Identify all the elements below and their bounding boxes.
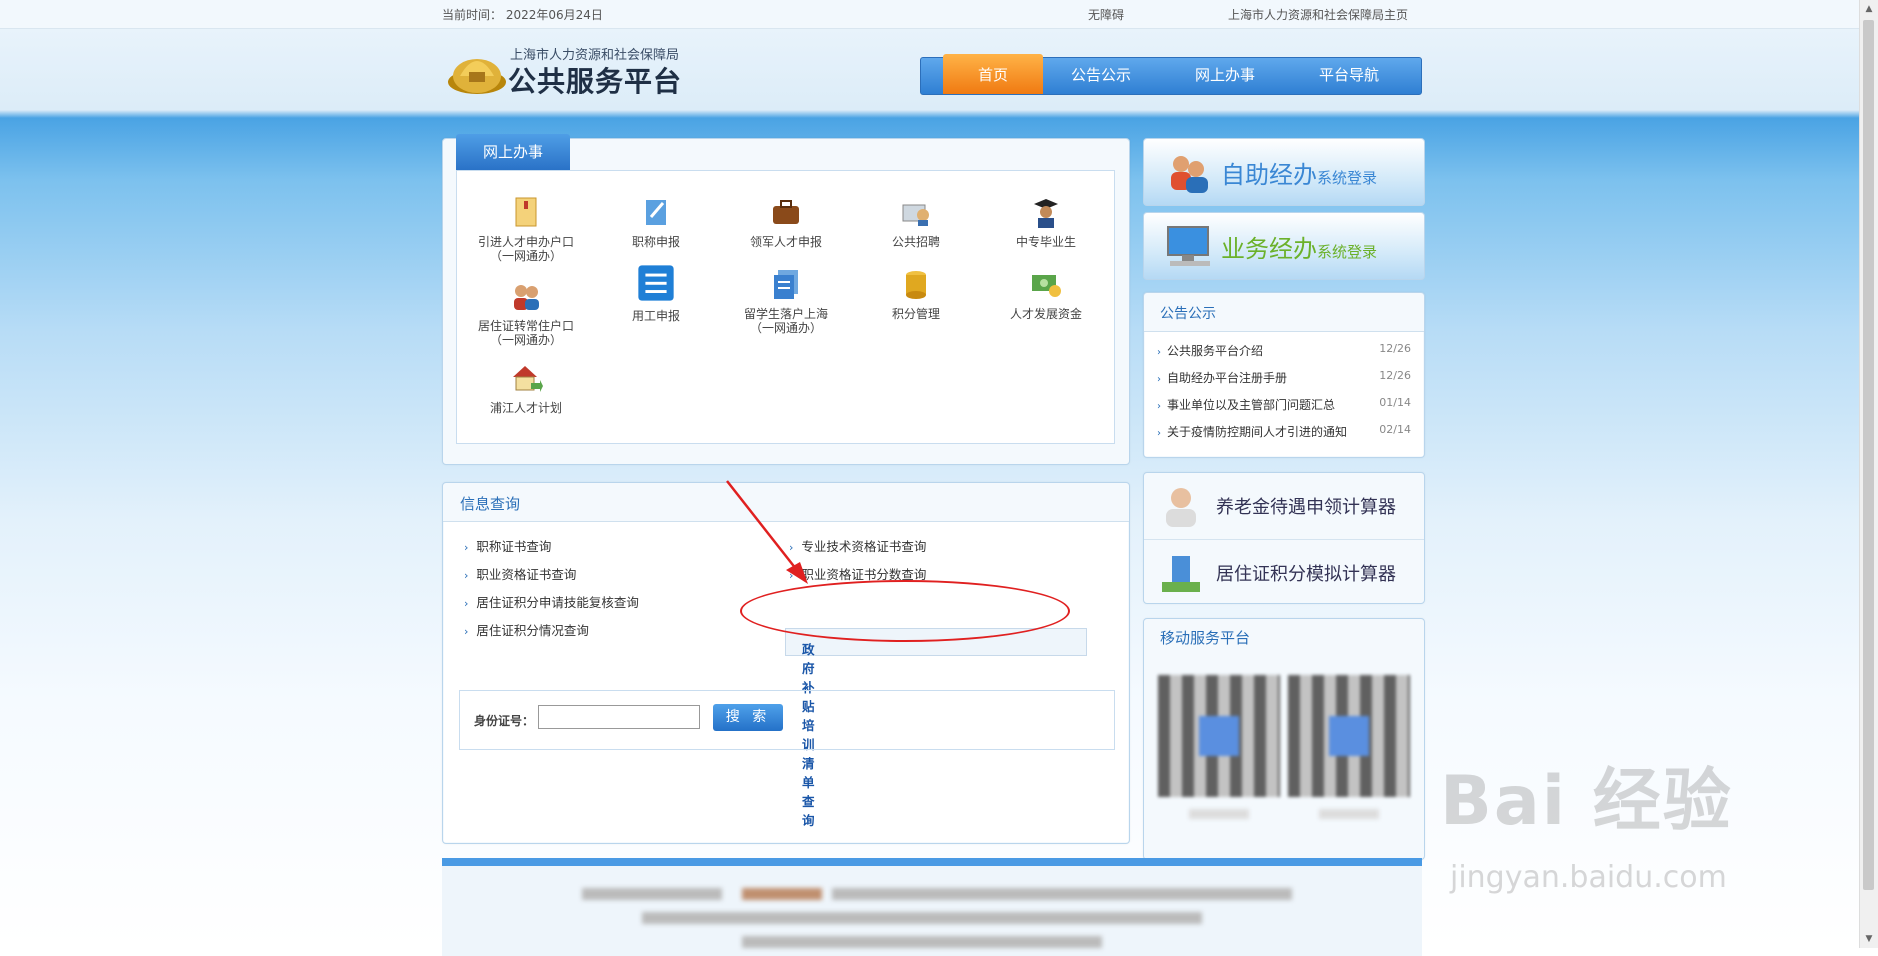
service-leading-talent[interactable]: 领军人才申报 — [726, 195, 846, 249]
scrollbar-thumb[interactable] — [1863, 20, 1874, 890]
search-button[interactable]: 搜 索 — [713, 704, 783, 731]
briefcase-icon — [773, 200, 799, 224]
notice-title[interactable]: 公告公示 — [1160, 303, 1216, 323]
service-pujiang-talent[interactable]: 浦江人才计划 — [466, 361, 586, 415]
self-service-login-banner[interactable]: 自助经办系统登录 — [1143, 138, 1425, 206]
service-public-recruit[interactable]: 公共招聘 — [856, 195, 976, 249]
folder-icon — [515, 197, 537, 227]
qr-label-blurred — [1189, 809, 1249, 819]
annotation-arrow — [726, 480, 808, 584]
notice-panel: 公告公示 › 公共服务平台介绍 12/26 › 自助经办平台注册手册 12/26 › 事业… — [1143, 292, 1425, 458]
coins-icon — [906, 271, 926, 299]
seal-logo-icon — [448, 59, 506, 94]
nav-home[interactable]: 首页 — [943, 54, 1043, 94]
scroll-down-icon[interactable]: ▼ — [1860, 930, 1878, 948]
service-overseas-student-hukou[interactable]: 留学生落户上海 （一网通办） — [726, 267, 846, 335]
vertical-scrollbar[interactable]: ▲ ▼ — [1859, 0, 1878, 948]
chevron-right-icon: › — [464, 597, 469, 610]
notice-item[interactable]: › 公共服务平台介绍 12/26 — [1157, 342, 1419, 359]
points-calculator-link[interactable]: 居住证积分模拟计算器 — [1144, 539, 1424, 604]
documents-icon — [774, 270, 798, 299]
bureau-home-link[interactable]: 上海市人力资源和社会保障局主页 — [1228, 6, 1408, 23]
id-number-label: 身份证号： — [474, 714, 535, 728]
notice-item[interactable]: › 关于疫情防控期间人才引进的通知 02/14 — [1157, 423, 1419, 440]
business-title: 业务经办系统登录 — [1221, 235, 1378, 263]
building-icon — [1162, 556, 1200, 592]
nav-platform-guide[interactable]: 平台导航 — [1299, 58, 1399, 94]
list-icon — [638, 265, 674, 301]
service-residence-to-hukou[interactable]: 居住证转常住户口 （一网通办） — [466, 279, 586, 347]
id-number-input[interactable] — [538, 705, 700, 729]
info-query-title: 信息查询 — [460, 495, 521, 513]
current-date: 当前时间： 2022年06月24日 — [442, 8, 603, 22]
chevron-right-icon: › — [1157, 401, 1161, 412]
service-talent-hukou[interactable]: 引进人才申办户口 （一网通办） — [466, 195, 586, 263]
chevron-right-icon: › — [1157, 428, 1161, 439]
top-bar: 当前时间： 2022年06月24日 无障碍 上海市人力资源和社会保障局主页 — [0, 0, 1860, 29]
notice-list: › 公共服务平台介绍 12/26 › 自助经办平台注册手册 12/26 › 事业单位以及主… — [1145, 332, 1423, 456]
chevron-right-icon: › — [1157, 347, 1161, 358]
pension-calculator-link[interactable]: 养老金待遇申领计算器 — [1144, 473, 1424, 537]
service-title-declare[interactable]: 职称申报 — [596, 195, 716, 249]
query-link-title-cert[interactable]: › 职称证书查询 — [464, 536, 551, 555]
elderly-person-icon — [1166, 488, 1196, 527]
services-grid: 引进人才申办户口 （一网通办） 职称申报 领军人才申报 公共招聘 中专毕业生 居住… — [456, 170, 1115, 444]
notice-header: 公告公示 — [1144, 293, 1424, 332]
people-icon — [514, 285, 539, 310]
notice-item[interactable]: › 事业单位以及主管部门问题汇总 01/14 — [1157, 396, 1419, 413]
logo-title: 公共服务平台 — [508, 65, 683, 98]
chevron-right-icon: › — [464, 541, 469, 554]
chevron-right-icon: › — [464, 625, 469, 638]
self-service-title: 自助经办系统登录 — [1221, 161, 1378, 189]
online-services-tab[interactable]: 网上办事 — [456, 134, 570, 170]
accessibility-link[interactable]: 无障碍 — [1088, 6, 1124, 23]
service-talent-fund[interactable]: 人才发展资金 — [986, 267, 1106, 321]
service-employment-declare[interactable]: 用工申报 — [596, 263, 716, 323]
footer-blurred — [442, 858, 1422, 956]
mobile-services-title: 移动服务平台 — [1160, 629, 1251, 647]
baidu-watermark-url: jingyan.baidu.com — [1450, 860, 1727, 895]
id-search-box: 身份证号： 搜 索 — [459, 690, 1115, 750]
calculator-panel: 养老金待遇申领计算器 居住证积分模拟计算器 — [1143, 472, 1425, 604]
graduate-icon — [1034, 199, 1058, 228]
computer-icon — [1167, 226, 1210, 266]
nav-notice[interactable]: 公告公示 — [1051, 58, 1151, 94]
qr-code-icon[interactable] — [1158, 675, 1280, 797]
site-logo[interactable]: 上海市人力资源和社会保障局 公共服务平台 — [446, 40, 706, 102]
annotation-ellipse — [740, 580, 1070, 642]
query-link-qualification-cert[interactable]: › 职业资格证书查询 — [464, 564, 576, 583]
chevron-right-icon: › — [464, 569, 469, 582]
notice-item[interactable]: › 自助经办平台注册手册 12/26 — [1157, 369, 1419, 386]
money-icon — [1032, 275, 1061, 297]
service-points-management[interactable]: 积分管理 — [856, 267, 976, 321]
main-nav: 首页 公告公示 网上办事 平台导航 — [920, 54, 1422, 95]
nav-online-service[interactable]: 网上办事 — [1175, 58, 1275, 94]
mobile-services-panel: 移动服务平台 — [1143, 618, 1425, 860]
query-link-points-status[interactable]: › 居住证积分情况查询 — [464, 620, 589, 639]
chevron-right-icon: › — [1157, 374, 1161, 385]
recruit-icon — [902, 204, 929, 226]
house-icon — [513, 366, 543, 392]
baidu-watermark: Bai 经验 — [1440, 762, 1733, 841]
pen-doc-icon — [646, 200, 666, 225]
qr-label-blurred — [1319, 809, 1379, 819]
qr-code-icon[interactable] — [1288, 675, 1410, 797]
scroll-up-icon[interactable]: ▲ — [1860, 0, 1878, 18]
service-graduate[interactable]: 中专毕业生 — [986, 195, 1106, 249]
query-link-skill-review[interactable]: › 居住证积分申请技能复核查询 — [464, 592, 639, 611]
business-login-banner[interactable]: 业务经办系统登录 — [1143, 212, 1425, 280]
users-icon — [1171, 156, 1208, 193]
online-services-panel: 网上办事 引进人才申办户口 （一网通办） 职称申报 领军人才申报 公共招聘 中专毕… — [442, 134, 1130, 465]
